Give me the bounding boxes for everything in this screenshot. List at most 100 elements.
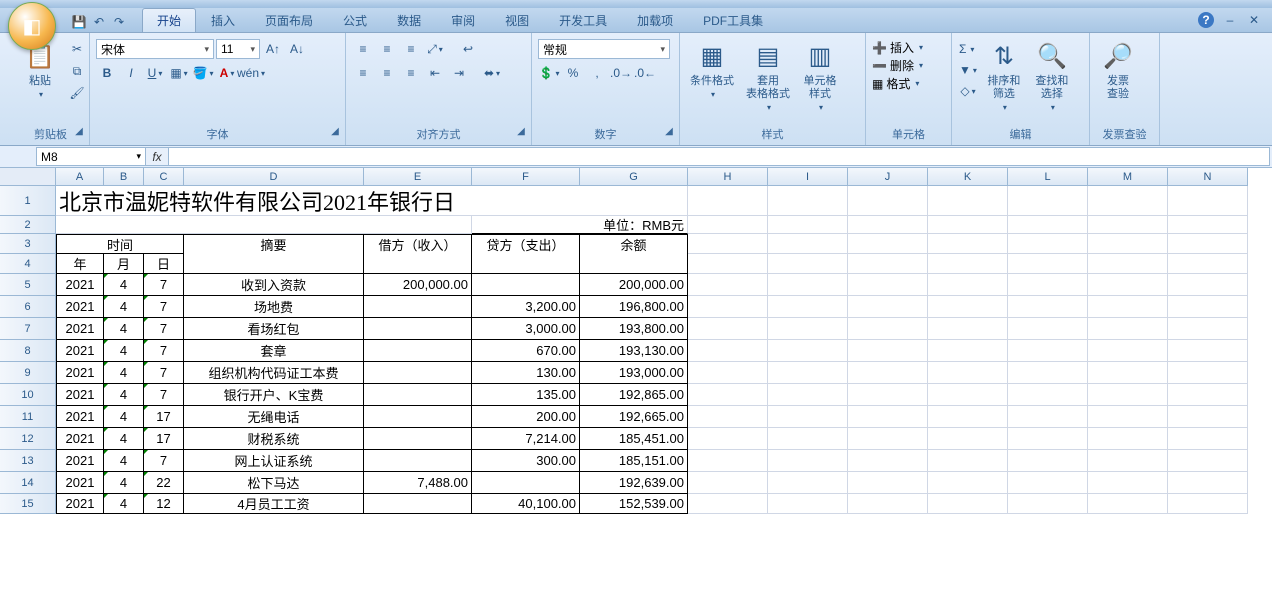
cell[interactable] (768, 450, 848, 472)
cell[interactable]: 贷方（支出） (472, 234, 580, 254)
cell[interactable] (1008, 254, 1088, 274)
row-header[interactable]: 7 (0, 318, 56, 340)
row-header[interactable]: 10 (0, 384, 56, 406)
row-header[interactable]: 15 (0, 494, 56, 514)
cell[interactable]: 670.00 (472, 340, 580, 362)
cell[interactable] (364, 384, 472, 406)
cell[interactable]: 192,665.00 (580, 406, 688, 428)
minimize-ribbon-icon[interactable]: – (1222, 12, 1238, 28)
cell[interactable] (1088, 406, 1168, 428)
fill-button[interactable]: ▼▾ (958, 60, 978, 80)
cell[interactable] (184, 254, 364, 274)
sort-filter-button[interactable]: ⇅排序和 筛选▾ (982, 39, 1026, 115)
cell[interactable] (688, 384, 768, 406)
cell[interactable]: 4 (104, 494, 144, 514)
cell[interactable] (1168, 362, 1248, 384)
cell[interactable] (928, 234, 1008, 254)
title-cell[interactable]: 北京市温妮特软件有限公司2021年银行日 (56, 186, 688, 216)
cell[interactable]: 4 (104, 340, 144, 362)
cell[interactable] (768, 254, 848, 274)
cell[interactable]: 22 (144, 472, 184, 494)
percent-icon[interactable]: % (562, 63, 584, 83)
cell[interactable]: 4 (104, 274, 144, 296)
cell[interactable] (928, 216, 1008, 234)
indent-dec-icon[interactable]: ⇤ (424, 63, 446, 83)
cell[interactable] (364, 254, 472, 274)
cell[interactable]: 4 (104, 406, 144, 428)
cell[interactable] (688, 318, 768, 340)
cell[interactable]: 40,100.00 (472, 494, 580, 514)
cell[interactable] (848, 450, 928, 472)
cell[interactable]: 余额 (580, 234, 688, 254)
cell[interactable] (848, 494, 928, 514)
cell[interactable] (768, 384, 848, 406)
cell[interactable] (1088, 318, 1168, 340)
row-header[interactable]: 2 (0, 216, 56, 234)
font-color-button[interactable]: A▾ (216, 63, 238, 83)
row-header[interactable]: 11 (0, 406, 56, 428)
cell[interactable] (848, 384, 928, 406)
cell[interactable] (1008, 472, 1088, 494)
align-center-icon[interactable]: ≡ (376, 63, 398, 83)
row-header[interactable]: 3 (0, 234, 56, 254)
align-right-icon[interactable]: ≡ (400, 63, 422, 83)
cell[interactable] (688, 450, 768, 472)
fill-color-button[interactable]: 🪣▾ (192, 63, 214, 83)
cell[interactable] (1008, 274, 1088, 296)
dec-decimal-icon[interactable]: .0← (634, 63, 656, 83)
cell[interactable]: 2021 (56, 362, 104, 384)
cell[interactable] (768, 472, 848, 494)
cell[interactable]: 193,000.00 (580, 362, 688, 384)
cell[interactable]: 2021 (56, 494, 104, 514)
cell[interactable] (848, 406, 928, 428)
cell[interactable]: 2021 (56, 472, 104, 494)
cell[interactable]: 152,539.00 (580, 494, 688, 514)
cell[interactable]: 7 (144, 318, 184, 340)
cell[interactable] (848, 216, 928, 234)
row-header[interactable]: 6 (0, 296, 56, 318)
cell[interactable] (848, 318, 928, 340)
border-button[interactable]: ▦▾ (168, 63, 190, 83)
cell[interactable]: 3,000.00 (472, 318, 580, 340)
cell[interactable]: 2021 (56, 296, 104, 318)
cell[interactable]: 200,000.00 (364, 274, 472, 296)
save-icon[interactable]: 💾 (70, 13, 88, 31)
cell[interactable]: 银行开户、K宝费 (184, 384, 364, 406)
format-button[interactable]: ▦格式▾ (872, 75, 919, 92)
cell[interactable]: 196,800.00 (580, 296, 688, 318)
currency-icon[interactable]: 💲▾ (538, 63, 560, 83)
cell[interactable]: 130.00 (472, 362, 580, 384)
cell[interactable]: 年 (56, 254, 104, 274)
cell[interactable] (928, 274, 1008, 296)
inc-decimal-icon[interactable]: .0→ (610, 63, 632, 83)
cell[interactable] (1168, 494, 1248, 514)
cell[interactable]: 192,639.00 (580, 472, 688, 494)
cell[interactable] (848, 472, 928, 494)
invoice-check-button[interactable]: 🔎发票 查验 (1096, 39, 1140, 103)
cell[interactable] (928, 450, 1008, 472)
cell[interactable]: 2021 (56, 450, 104, 472)
cell[interactable] (848, 340, 928, 362)
cell[interactable]: 7 (144, 384, 184, 406)
col-header[interactable]: H (688, 168, 768, 186)
cell[interactable] (1088, 274, 1168, 296)
cell-style-button[interactable]: ▥单元格 样式▾ (798, 39, 842, 115)
cell[interactable] (364, 450, 472, 472)
indent-inc-icon[interactable]: ⇥ (448, 63, 470, 83)
cell[interactable]: 套章 (184, 340, 364, 362)
cell[interactable]: 2021 (56, 274, 104, 296)
clear-button[interactable]: ◇▾ (958, 81, 978, 101)
align-bottom-icon[interactable]: ≡ (400, 39, 422, 59)
cell[interactable] (848, 234, 928, 254)
cell[interactable]: 2021 (56, 318, 104, 340)
cell[interactable] (848, 274, 928, 296)
cell[interactable]: 4月员工工资 (184, 494, 364, 514)
cell[interactable]: 7 (144, 296, 184, 318)
cell[interactable] (768, 186, 848, 216)
grow-font-icon[interactable]: A↑ (262, 39, 284, 59)
copy-icon[interactable]: ⧉ (66, 61, 88, 81)
cell[interactable]: 7,488.00 (364, 472, 472, 494)
shrink-font-icon[interactable]: A↓ (286, 39, 308, 59)
cell[interactable] (1168, 296, 1248, 318)
cell[interactable] (768, 234, 848, 254)
